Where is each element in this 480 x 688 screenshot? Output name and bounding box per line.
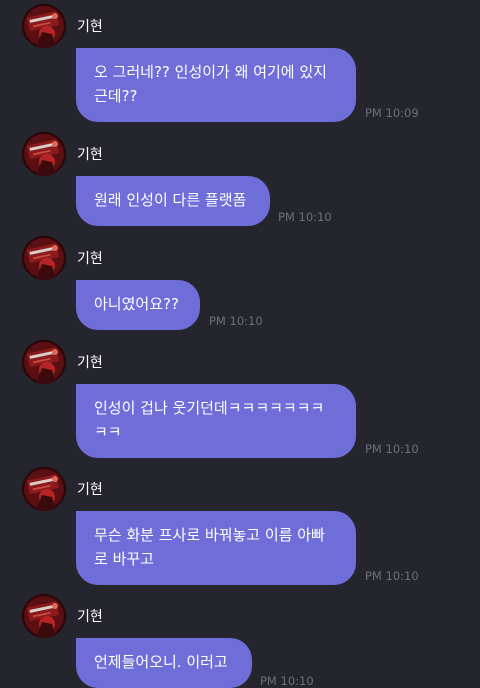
message-bubble[interactable]: 아니였어요?? bbox=[76, 280, 200, 330]
message-bubble[interactable]: 언제들어오니. 이러고 bbox=[76, 638, 252, 688]
profile-photo-icon bbox=[22, 4, 66, 48]
profile-photo-icon bbox=[22, 467, 66, 511]
message-timestamp: PM 10:10 bbox=[365, 442, 419, 456]
message-bubble[interactable]: 오 그러네?? 인성이가 왜 여기에 있지 근데?? bbox=[76, 48, 356, 122]
avatar[interactable] bbox=[22, 236, 66, 280]
message-bubble[interactable]: 무슨 화분 프사로 바꿔놓고 이름 아빠 로 바꾸고 bbox=[76, 511, 356, 585]
profile-photo-icon bbox=[22, 132, 66, 176]
message-group: 기현 무슨 화분 프사로 바꿔놓고 이름 아빠 로 바꾸고 PM 10:10 bbox=[0, 467, 480, 587]
message-group: 기현 인성이 겁나 웃기던데ㅋㅋㅋㅋㅋㅋㅋ ㅋㅋ PM 10:10 bbox=[0, 340, 480, 460]
profile-photo-icon bbox=[22, 594, 66, 638]
message-timestamp: PM 10:10 bbox=[260, 674, 314, 688]
message-group: 기현 언제들어오니. 이러고 PM 10:10 bbox=[0, 594, 480, 688]
profile-photo-icon bbox=[22, 236, 66, 280]
message-timestamp: PM 10:09 bbox=[365, 106, 419, 120]
message-bubble[interactable]: 인성이 겁나 웃기던데ㅋㅋㅋㅋㅋㅋㅋ ㅋㅋ bbox=[76, 384, 356, 458]
message-timestamp: PM 10:10 bbox=[278, 210, 332, 224]
avatar[interactable] bbox=[22, 132, 66, 176]
avatar[interactable] bbox=[22, 467, 66, 511]
sender-name: 기현 bbox=[77, 609, 103, 625]
sender-name: 기현 bbox=[77, 482, 103, 498]
message-group: 기현 오 그러네?? 인성이가 왜 여기에 있지 근데?? PM 10:09 bbox=[0, 4, 480, 124]
sender-name: 기현 bbox=[77, 147, 103, 163]
message-timestamp: PM 10:10 bbox=[365, 569, 419, 583]
sender-name: 기현 bbox=[77, 19, 103, 35]
sender-name: 기현 bbox=[77, 251, 103, 267]
profile-photo-icon bbox=[22, 340, 66, 384]
avatar[interactable] bbox=[22, 594, 66, 638]
avatar[interactable] bbox=[22, 340, 66, 384]
message-timestamp: PM 10:10 bbox=[209, 314, 263, 328]
avatar[interactable] bbox=[22, 4, 66, 48]
message-bubble[interactable]: 원래 인성이 다른 플랫폼 bbox=[76, 176, 270, 226]
sender-name: 기현 bbox=[77, 355, 103, 371]
chat-message-list[interactable]: 기현 오 그러네?? 인성이가 왜 여기에 있지 근데?? PM 10:09 기… bbox=[0, 0, 480, 688]
message-group: 기현 원래 인성이 다른 플랫폼 PM 10:10 bbox=[0, 132, 480, 228]
message-group: 기현 아니였어요?? PM 10:10 bbox=[0, 236, 480, 332]
